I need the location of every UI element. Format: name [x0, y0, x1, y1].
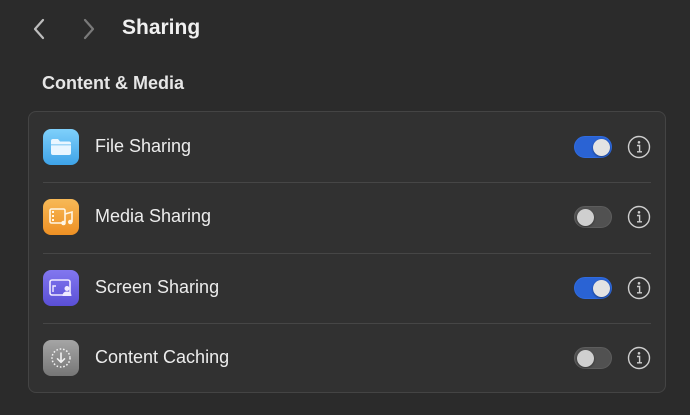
toggle-knob: [577, 350, 594, 367]
sharing-services-panel: File Sharing Media Sharing Screen Sharin…: [28, 111, 666, 393]
row-screen-sharing: Screen Sharing: [29, 253, 665, 323]
back-button[interactable]: [24, 14, 54, 44]
info-icon: [627, 276, 651, 300]
row-label: Media Sharing: [95, 206, 212, 226]
info-icon: [627, 346, 651, 370]
media-sharing-toggle[interactable]: [574, 206, 612, 228]
chevron-right-icon: [83, 18, 95, 40]
info-icon: [627, 135, 651, 159]
row-media-sharing: Media Sharing: [29, 182, 665, 252]
info-icon: [627, 205, 651, 229]
row-content-caching: Content Caching: [29, 323, 665, 393]
media-icon: [43, 199, 79, 235]
file-sharing-info-button[interactable]: [627, 135, 651, 159]
sharing-settings-page: Sharing Content & Media File Sharing Med…: [0, 0, 690, 415]
row-file-sharing: File Sharing: [29, 112, 665, 182]
row-label: Screen Sharing: [95, 277, 220, 297]
content-caching-toggle[interactable]: [574, 347, 612, 369]
toggle-knob: [593, 280, 610, 297]
page-title: Sharing: [122, 16, 201, 39]
toggle-knob: [593, 139, 610, 156]
row-label: File Sharing: [95, 136, 192, 156]
row-label: Content Caching: [95, 347, 230, 367]
content-caching-info-button[interactable]: [627, 346, 651, 370]
screen-sharing-icon: [43, 270, 79, 306]
media-sharing-info-button[interactable]: [627, 205, 651, 229]
folder-icon: [43, 129, 79, 165]
screen-sharing-info-button[interactable]: [627, 276, 651, 300]
section-title: Content & Media: [42, 73, 184, 93]
chevron-left-icon: [33, 18, 45, 40]
toggle-knob: [577, 209, 594, 226]
download-circle-icon: [43, 340, 79, 376]
forward-button[interactable]: [74, 14, 104, 44]
screen-sharing-toggle[interactable]: [574, 277, 612, 299]
file-sharing-toggle[interactable]: [574, 136, 612, 158]
